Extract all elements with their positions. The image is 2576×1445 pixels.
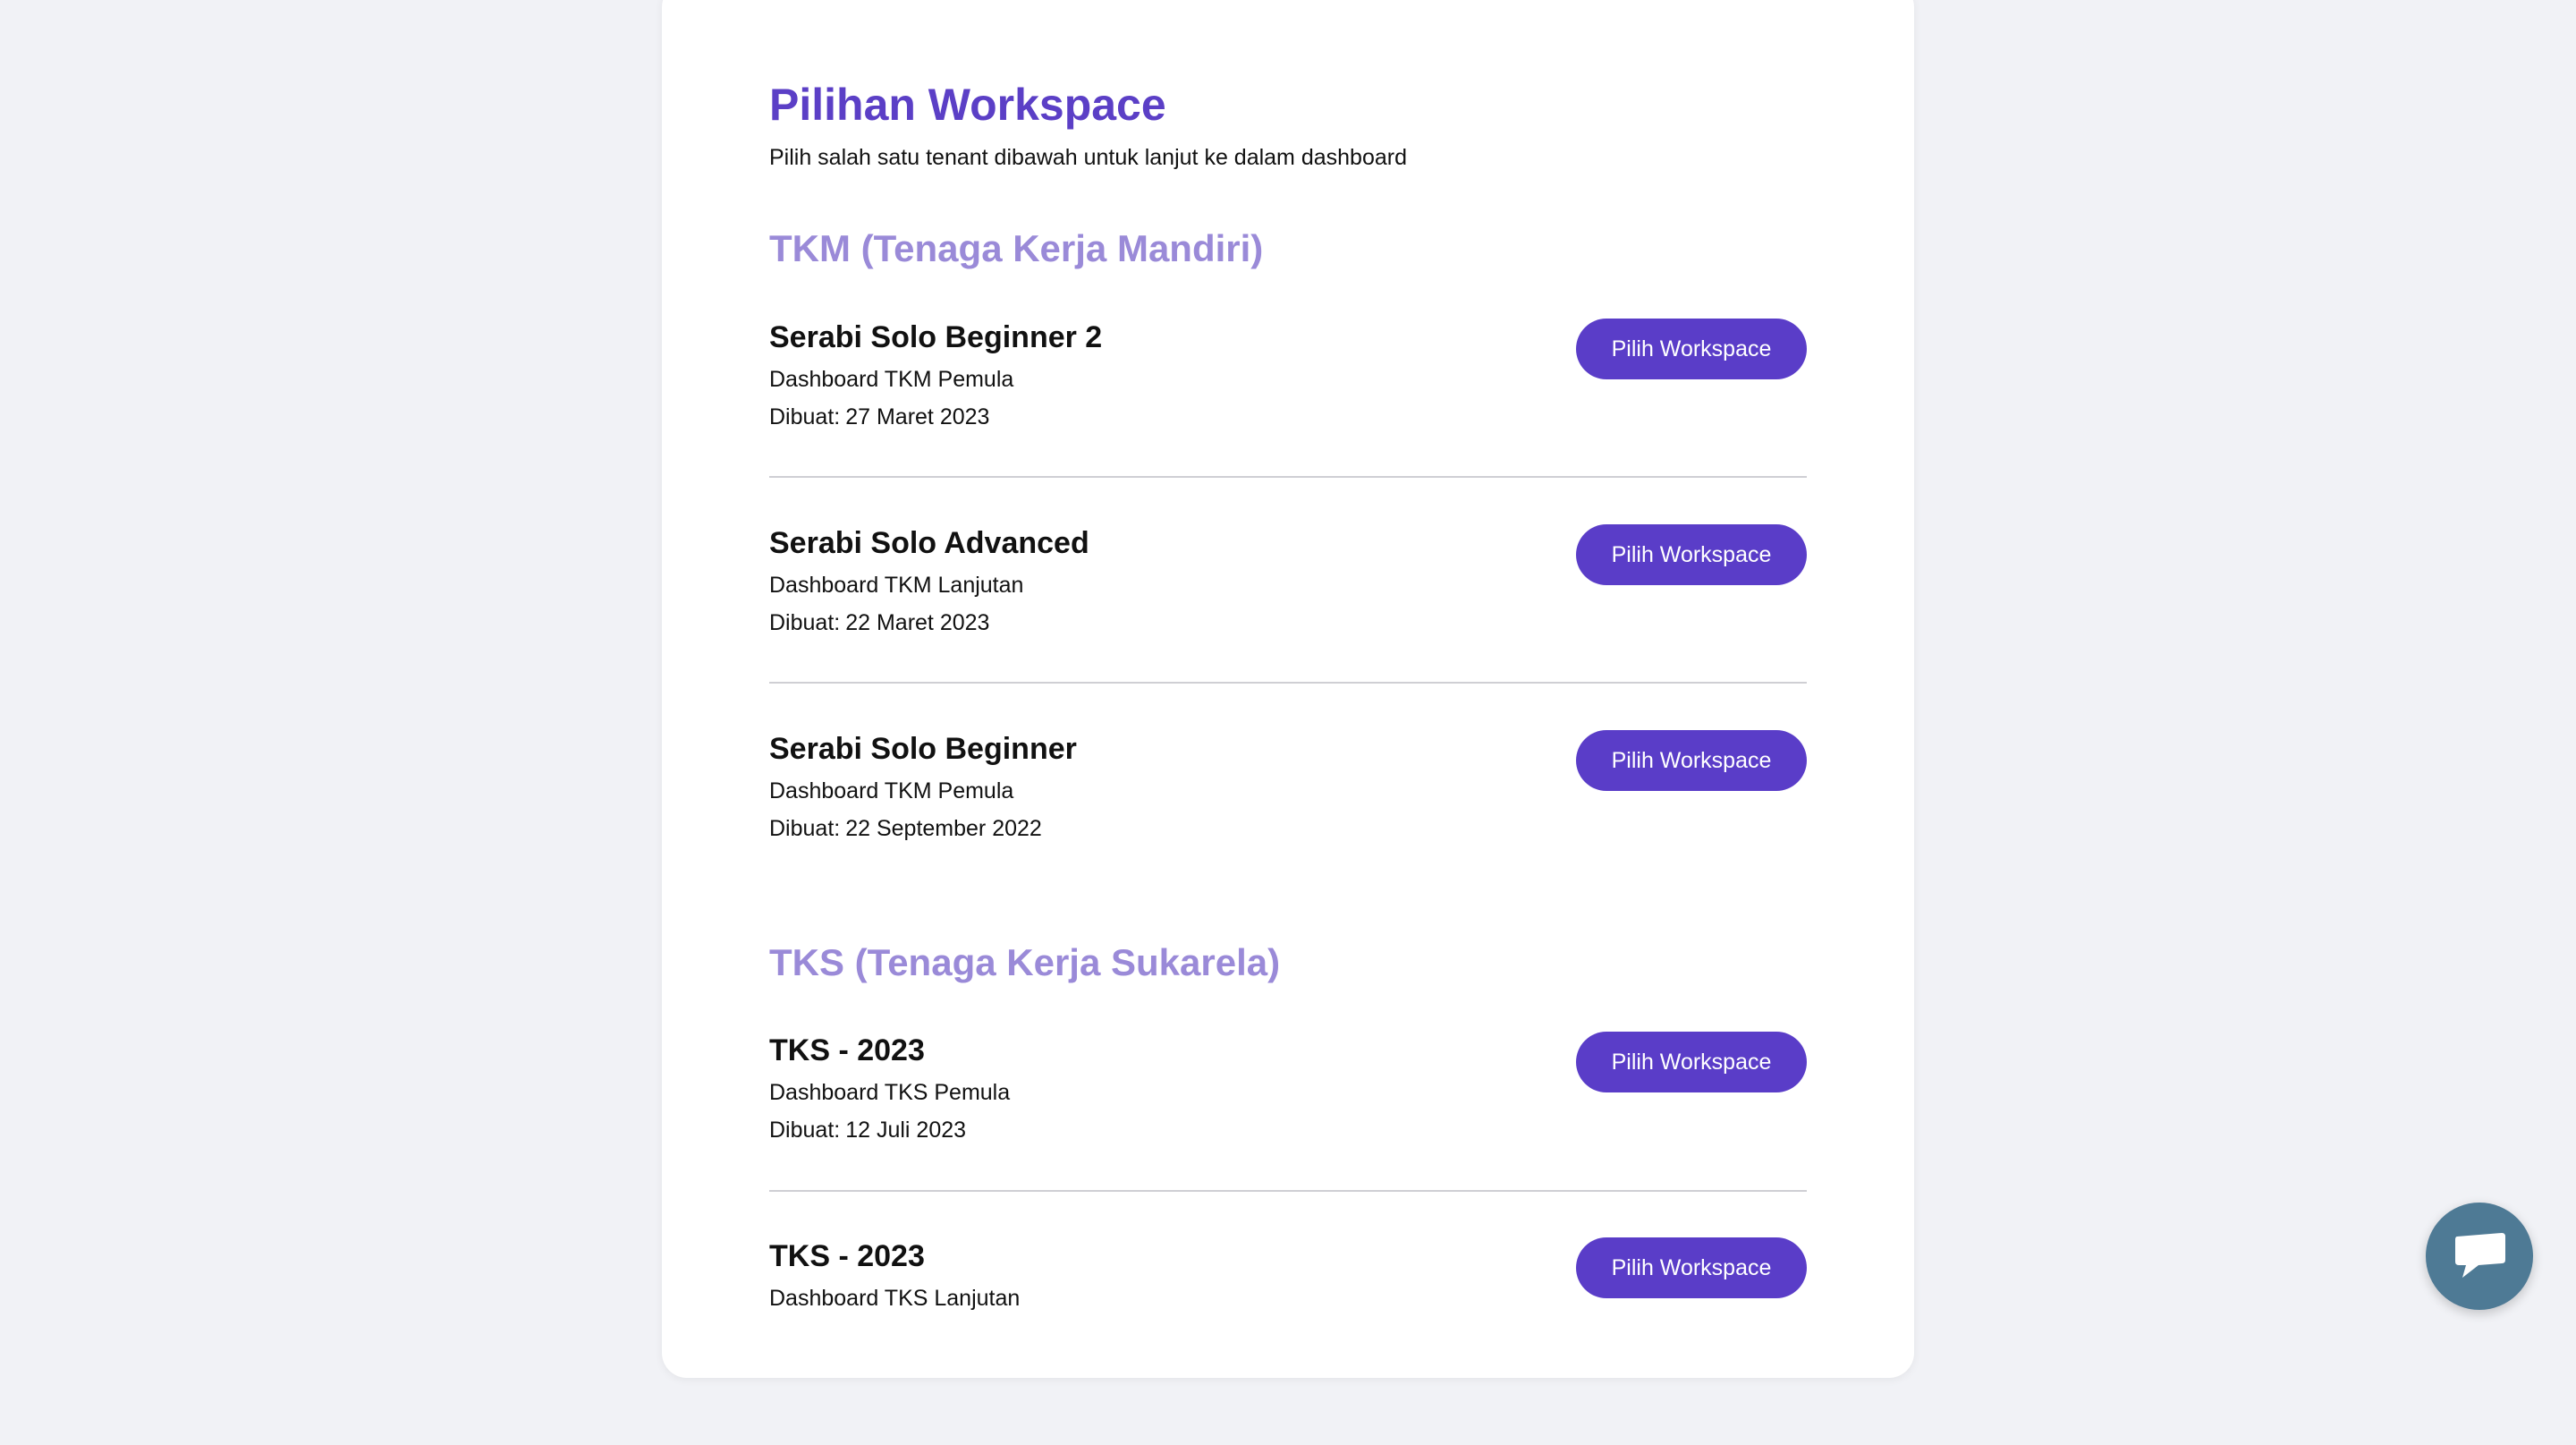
created-date: 27 Maret 2023 xyxy=(845,404,990,429)
section-title-tkm: TKM (Tenaga Kerja Mandiri) xyxy=(769,227,1264,269)
workspace-card: Pilihan Workspace Pilih salah satu tenan… xyxy=(662,0,1914,1378)
workspace-name: Serabi Solo Advanced xyxy=(769,526,1089,560)
workspace-dashboard: Dashboard TKM Pemula xyxy=(769,778,1014,803)
workspace-name: TKS - 2023 xyxy=(769,1033,925,1067)
workspace-name: TKS - 2023 xyxy=(769,1239,925,1273)
created-label: Dibuat: xyxy=(769,610,841,635)
workspace-dashboard: Dashboard TKM Lanjutan xyxy=(769,573,1024,598)
divider xyxy=(769,682,1807,684)
workspace-item: Serabi Solo Beginner 2 Dashboard TKM Pem… xyxy=(769,319,1807,526)
workspace-item: Serabi Solo Advanced Dashboard TKM Lanju… xyxy=(769,524,1807,732)
chat-bubble-icon xyxy=(2455,1233,2505,1278)
created-label: Dibuat: xyxy=(769,404,841,429)
workspace-item: TKS - 2023 Dashboard TKS Lanjutan Pilih … xyxy=(769,1237,1807,1445)
workspace-name: Serabi Solo Beginner 2 xyxy=(769,320,1103,354)
created-label: Dibuat: xyxy=(769,816,841,841)
divider xyxy=(769,1190,1807,1192)
section-title-tks: TKS (Tenaga Kerja Sukarela) xyxy=(769,941,1281,983)
page-title: Pilihan Workspace xyxy=(769,80,1166,130)
workspace-created: Dibuat: 27 Maret 2023 xyxy=(769,404,989,430)
workspace-created: Dibuat: 22 Maret 2023 xyxy=(769,610,989,636)
created-label: Dibuat: xyxy=(769,1118,841,1143)
workspace-dashboard: Dashboard TKM Pemula xyxy=(769,367,1014,392)
created-date: 12 Juli 2023 xyxy=(845,1118,967,1143)
created-date: 22 Maret 2023 xyxy=(845,610,990,635)
chat-button[interactable] xyxy=(2426,1203,2533,1310)
select-workspace-button[interactable]: Pilih Workspace xyxy=(1576,319,1807,379)
workspace-dashboard: Dashboard TKS Pemula xyxy=(769,1080,1011,1105)
workspace-name: Serabi Solo Beginner xyxy=(769,732,1077,766)
select-workspace-button[interactable]: Pilih Workspace xyxy=(1576,1032,1807,1092)
workspace-item: Serabi Solo Beginner Dashboard TKM Pemul… xyxy=(769,730,1807,938)
workspace-created: Dibuat: 12 Juli 2023 xyxy=(769,1118,966,1143)
divider xyxy=(769,476,1807,478)
workspace-item: TKS - 2023 Dashboard TKS Pemula Dibuat: 1… xyxy=(769,1032,1807,1239)
workspace-created: Dibuat: 22 September 2022 xyxy=(769,816,1042,842)
select-workspace-button[interactable]: Pilih Workspace xyxy=(1576,1237,1807,1298)
page-subtitle: Pilih salah satu tenant dibawah untuk la… xyxy=(769,145,1407,170)
created-date: 22 September 2022 xyxy=(845,816,1042,841)
select-workspace-button[interactable]: Pilih Workspace xyxy=(1576,730,1807,791)
workspace-dashboard: Dashboard TKS Lanjutan xyxy=(769,1286,1021,1311)
select-workspace-button[interactable]: Pilih Workspace xyxy=(1576,524,1807,585)
